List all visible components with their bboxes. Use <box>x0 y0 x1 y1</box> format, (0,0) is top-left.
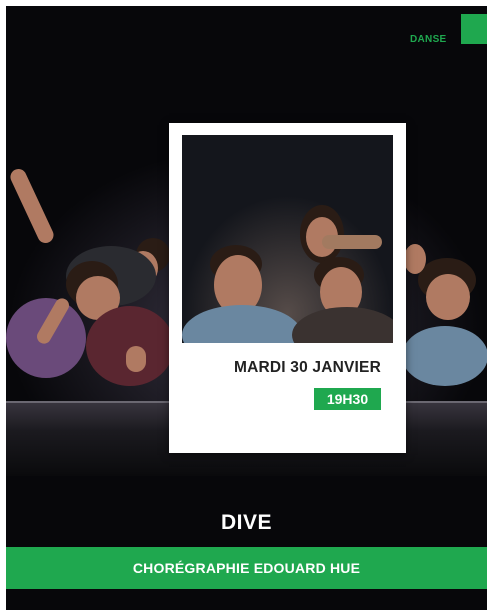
dancer-hand <box>126 346 146 372</box>
category-marker <box>461 14 487 44</box>
dancer-body <box>402 326 487 386</box>
dancer-face <box>426 274 470 320</box>
category-label: DANSE <box>410 34 447 45</box>
dancers-closeup-photo <box>182 135 393 343</box>
dancer-body <box>86 306 174 386</box>
dancer-arm <box>404 244 426 274</box>
event-card: MARDI 30 JANVIER 19H30 <box>169 123 406 453</box>
choreography-credit: CHORÉGRAPHIE EDOUARD HUE <box>132 560 361 576</box>
show-title: DIVE <box>220 511 272 534</box>
event-time: 19H30 <box>314 388 381 410</box>
event-date: MARDI 30 JANVIER <box>233 359 381 376</box>
choreography-band: CHORÉGRAPHIE EDOUARD HUE <box>6 547 487 589</box>
event-poster: DANSE MARDI 30 JANVIER 19H30 DIVE CHORÉG… <box>6 6 487 610</box>
dancer-arm <box>322 235 382 249</box>
